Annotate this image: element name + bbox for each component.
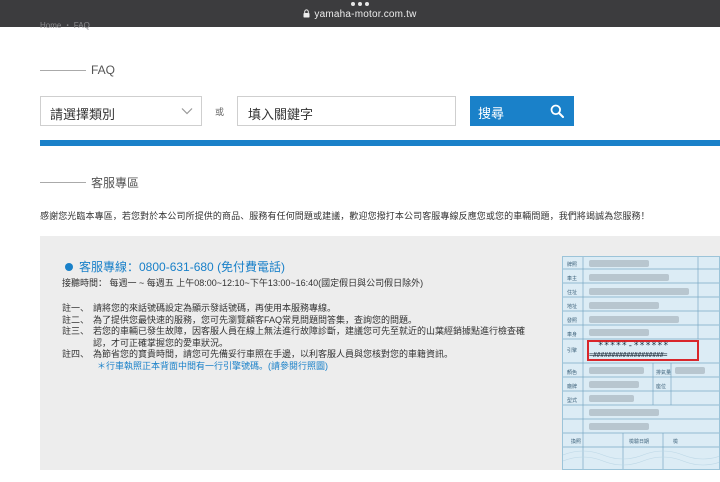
svg-text:牌照: 牌照 — [567, 261, 577, 268]
bullet-icon — [65, 262, 73, 271]
svg-text:檢驗日期: 檢驗日期 — [629, 438, 649, 445]
svg-text:車身: 車身 — [567, 331, 577, 338]
hotline: 客服專線：0800-631-680 (免付費電話) — [65, 258, 285, 275]
search-button[interactable]: 搜尋 — [470, 96, 574, 126]
or-label: 或 — [215, 107, 225, 117]
faq-search-row: 請選擇類別 或 填入關鍵字 搜尋 — [40, 96, 574, 126]
masked-plate-number: *****-****** — [598, 341, 670, 351]
note-item: 註一、 請將您的來話號碼設定為顯示發話號碼，再使用本服務專線。 — [62, 303, 337, 313]
search-button-label: 搜尋 — [478, 106, 505, 121]
hotline-text[interactable]: 客服專線：0800-631-680 (免付費電話) — [79, 258, 285, 275]
lock-icon — [303, 9, 310, 18]
service-heading: 客服專區 — [91, 176, 140, 190]
svg-text:地址: 地址 — [567, 303, 577, 310]
hotline-panel: 客服專線：0800-631-680 (免付費電話) 接聽時間： 每週一 ~ 每週… — [40, 236, 720, 470]
faq-section-header: FAQ — [40, 63, 115, 77]
license-photo-link[interactable]: ＊行車執照正本背面中間有一行引擎號碼。(請參閱行照圖) — [62, 361, 525, 373]
service-section-header: 客服專區 — [40, 174, 139, 191]
browser-bar: yamaha-motor.com.tw Home ・ FAQ — [0, 0, 720, 30]
keyword-input-value: 填入關鍵字 — [248, 107, 314, 122]
svg-text:住址: 住址 — [567, 289, 577, 296]
note-item: 註三、 若您的車輛已發生故障，因客服人員在線上無法進行故障診斷，建議您可先至就近… — [62, 326, 526, 336]
service-hours: 接聽時間： 每週一 ~ 每週五 上午08:00~12:10~下午13:00~16… — [62, 278, 424, 288]
svg-text:檢: 檢 — [673, 438, 678, 445]
divider-line — [40, 69, 86, 71]
more-icon[interactable] — [351, 1, 369, 7]
license-form-illustration: 牌照 車主 住址 地址 發照 車身 引擎 顏色 廠牌 型式 排氣量 座位 換照 … — [563, 257, 719, 469]
keyword-input[interactable]: 填入關鍵字 — [237, 96, 456, 126]
url-bar[interactable]: yamaha-motor.com.tw — [0, 9, 720, 21]
url-text: yamaha-motor.com.tw — [314, 9, 417, 20]
category-select[interactable]: 請選擇類別 — [40, 96, 202, 126]
svg-text:車主: 車主 — [567, 275, 577, 282]
svg-text:廠牌: 廠牌 — [567, 383, 577, 390]
notes-list: 註一、 請將您的來話號碼設定為顯示發話號碼，再使用本服務專線。 註二、 為了提供… — [62, 303, 525, 372]
note-item: 註二、 為了提供您最快速的服務，您可先瀏覽顧客FAQ常見問題問答集，查詢您的問題… — [62, 314, 418, 325]
masked-engine-number: =###################= — [589, 351, 668, 359]
note-item-continued: 認，才可正確掌握您的愛車狀況。 — [93, 337, 229, 348]
faq-heading: FAQ — [91, 63, 116, 77]
svg-text:引擎: 引擎 — [567, 347, 577, 354]
breadcrumb[interactable]: Home ・ FAQ — [40, 20, 90, 31]
divider-line — [40, 182, 86, 183]
svg-text:座位: 座位 — [656, 383, 666, 390]
vehicle-license-image: 牌照 車主 住址 地址 發照 車身 引擎 顏色 廠牌 型式 排氣量 座位 換照 … — [562, 256, 720, 470]
category-select-value: 請選擇類別 — [50, 107, 116, 122]
note-item: 註四、 為節省您的寶貴時間，請您可先備妥行車照在手邊，以利客服人員與您核對您的車… — [62, 349, 454, 359]
svg-text:發照: 發照 — [567, 317, 577, 324]
search-icon — [550, 104, 564, 118]
svg-text:顏色: 顏色 — [567, 369, 577, 376]
svg-text:型式: 型式 — [567, 397, 577, 404]
svg-text:排氣量: 排氣量 — [656, 369, 671, 376]
accent-bar — [40, 140, 720, 146]
chevron-down-icon — [181, 108, 193, 115]
service-intro: 感謝您光臨本專區，若您對於本公司所提供的商品、服務有任何問題或建議，歡迎您撥打本… — [40, 211, 650, 221]
svg-text:換照: 換照 — [571, 438, 581, 445]
